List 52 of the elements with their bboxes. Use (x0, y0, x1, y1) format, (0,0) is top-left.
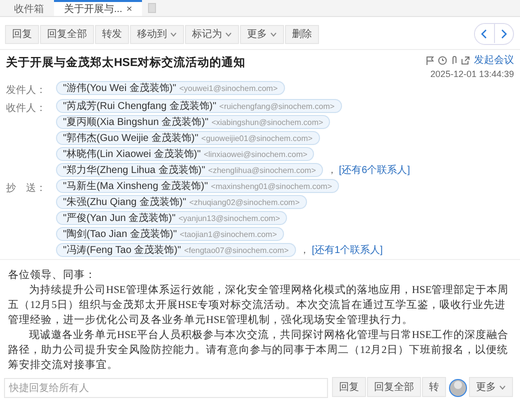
flag-icon (426, 56, 434, 64)
toolbar-button[interactable]: 回复全部 (40, 24, 94, 44)
tab[interactable]: 收件箱 (4, 0, 54, 16)
toolbar-button[interactable]: 回复全部 (367, 377, 421, 397)
contact-chip[interactable]: "严俊(Yan Jun 金茂装饰)" <yanjun13@sinochem.com> (56, 211, 288, 225)
field-label: 收件人： (6, 102, 47, 115)
body-paragraph: 为持续提升公司HSE管理体系运行效能，深化安全管理网格化模式的落地应用，HSE管理部定于本周五（12月5日）组织与金茂郑太开展HSE专项对标交流活动。本次交流旨在通过互学互鉴，吸收行业先进管理经验，进一步优化公司及各业务单元HSE管理机制，强化现场安全管理执行力。 (8, 283, 510, 328)
caret-icon (499, 384, 506, 390)
toolbar-button[interactable]: 回复 (5, 24, 39, 44)
caret-icon (270, 32, 277, 36)
toolbar-button[interactable]: 转 (422, 377, 446, 397)
tab[interactable]: 关于开展与... × (54, 0, 142, 16)
contact-chip[interactable]: "朱强(Zhu Qiang 金茂装饰)" <zhuqiang02@sinochem.com> (56, 195, 307, 209)
contact-chip[interactable]: "马新生(Ma Xinsheng 金茂装饰)" <maxinsheng01@sinochem.com> (56, 179, 339, 193)
separator: ， (300, 244, 310, 257)
toolbar-button[interactable]: 删除 (285, 24, 319, 44)
clock-icon (438, 56, 447, 64)
share-icon (461, 56, 470, 64)
greeting: 各位领导、同事： (8, 268, 97, 283)
field-label: 发件人： (6, 84, 47, 97)
more-contacts-link[interactable]: [还有1个联系人] (312, 243, 383, 257)
field-label: 抄 送： (6, 182, 47, 195)
contact-chip[interactable]: "陶剑(Tao Jian 金茂装饰)" <taojian1@sinochem.com> (56, 227, 284, 241)
contact-chip[interactable]: "夏丙顺(Xia Bingshun 金茂装饰)" <xiabingshun@sinochem.com> (56, 115, 330, 129)
toolbar-button[interactable]: 标记为 (185, 24, 239, 44)
quick-reply-field[interactable]: 快捷回复给所有人 (4, 378, 328, 398)
toolbar-button[interactable]: 转发 (95, 24, 129, 44)
toolbar-button[interactable]: 回复 (332, 377, 366, 397)
contact-chip[interactable]: "郭伟杰(Guo Weijie 金茂装饰)" <guoweijie01@sinochem.com> (56, 131, 320, 145)
separator: ， (326, 164, 337, 177)
close-icon[interactable]: × (126, 4, 132, 14)
body-paragraph: 现诚邀各业务单元HSE平台人员积极参与本次交流，共同探讨网格化管理与日常HSE工作的深度融合路径，助力公司提升安全风险防控能力。请有意向参与的同事于本周二（12月2日）下班前报名，以便统筹安排交流对接事宜。 (8, 328, 510, 373)
chevron-left-icon (481, 28, 487, 38)
assistant-icon (449, 377, 467, 399)
contact-chip[interactable]: "冯涛(Feng Tao 金茂装饰)" <fengtao07@sinochem.com> (56, 243, 296, 257)
paperclip-icon (451, 56, 457, 64)
new-tab-icon (148, 3, 156, 13)
caret-icon (170, 32, 177, 36)
contact-chip[interactable]: "游伟(You Wei 金茂装饰)" <youwei1@sinochem.com> (56, 81, 285, 95)
toolbar-button[interactable]: 移动到 (130, 24, 184, 44)
more-contacts-link[interactable]: [还有6个联系人] (338, 163, 410, 177)
next-button[interactable] (494, 24, 512, 43)
toolbar-button[interactable]: 更多 (469, 377, 513, 397)
contact-chip[interactable]: "芮成芳(Rui Chengfang 金茂装饰)" <ruichengfang@sinochem.com> (56, 99, 342, 113)
toolbar-button[interactable]: 更多 (240, 24, 284, 44)
chevron-right-icon (500, 28, 506, 38)
contact-chip[interactable]: "郑力华(Zheng Lihua 金茂装饰)" <zhenglihua@sinochem.com> (56, 163, 323, 177)
contact-chip[interactable]: "林晓伟(Lin Xiaowei 金茂装饰)" <linxiaowei@sinochem.com> (56, 147, 314, 161)
email-subject: 关于开展与金茂郑太HSE对标交流活动的通知 (6, 55, 246, 70)
email-date: 2025-12-01 13:44:39 (430, 69, 514, 79)
caret-icon (225, 32, 232, 36)
start-meeting-link[interactable]: 发起会议 (474, 53, 514, 67)
